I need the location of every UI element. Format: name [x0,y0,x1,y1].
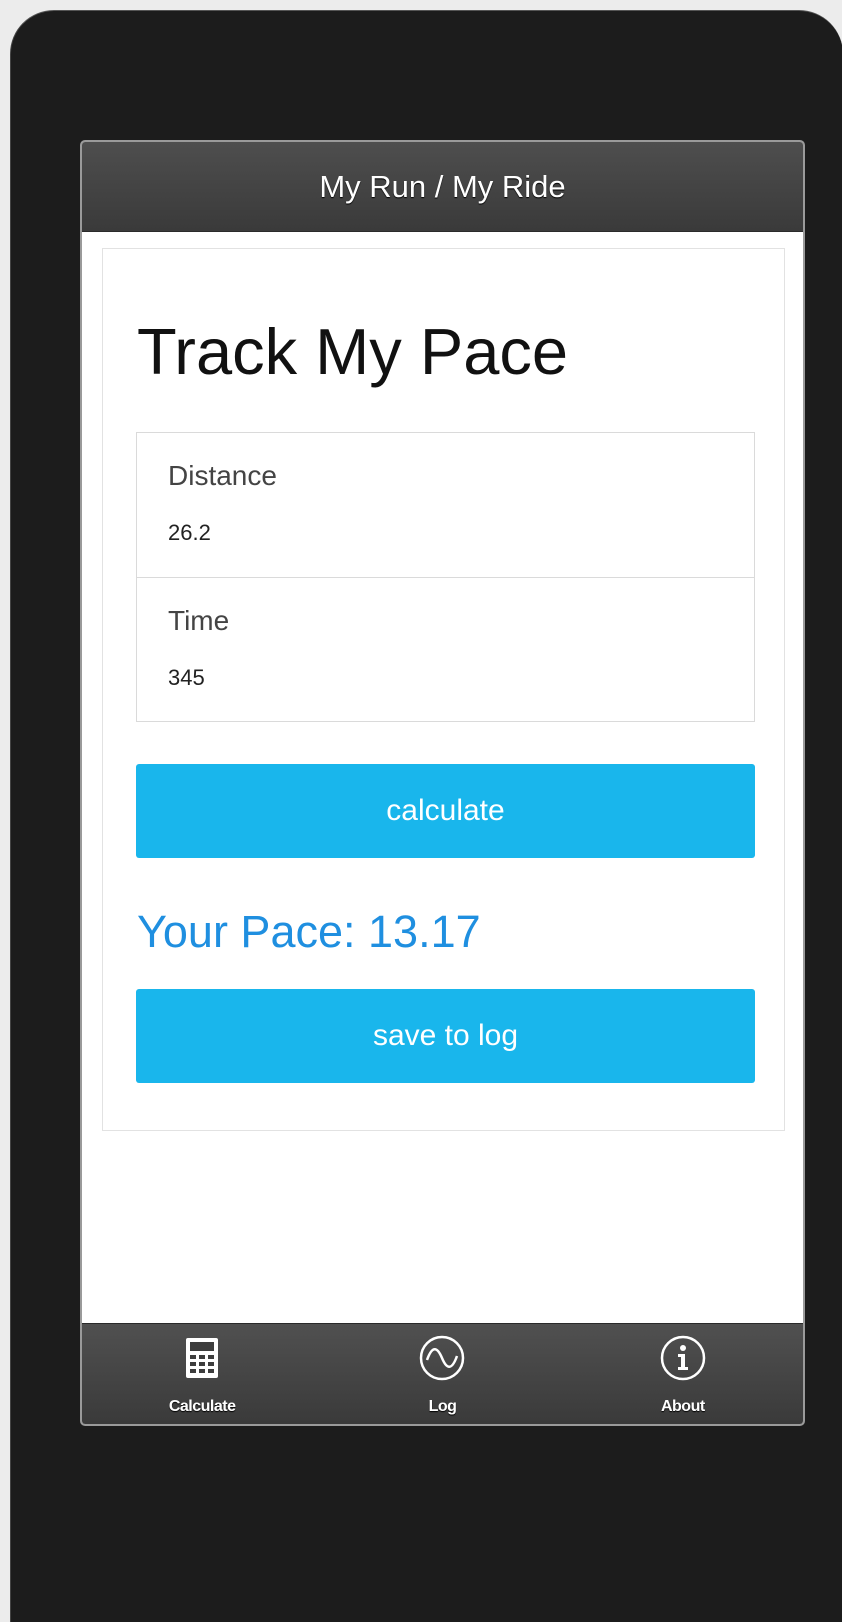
pace-value: 13.17 [368,906,481,957]
tab-calculate-label: Calculate [168,1398,236,1415]
app-header: My Run / My Ride [82,142,803,232]
calculate-button[interactable]: calculate [136,764,755,858]
save-to-log-button[interactable]: save to log [136,989,755,1083]
wave-icon [417,1333,467,1383]
calculator-icon [177,1333,227,1383]
time-input[interactable] [165,660,728,696]
tab-log-label: Log [428,1398,457,1415]
bottom-tab-bar: Calculate Log About [82,1323,803,1424]
pace-result: Your Pace: 13.17 [137,909,481,954]
input-fieldset: Distance Time [136,432,755,722]
tab-calculate[interactable]: Calculate [82,1324,322,1424]
tab-about[interactable]: About [563,1324,803,1424]
tab-log[interactable]: Log [322,1324,562,1424]
content-card: Track My Pace Distance Time calculate Yo… [102,248,785,1131]
phone-frame: My Run / My Ride Track My Pace Distance … [10,10,842,1622]
time-label: Time [168,605,230,636]
distance-input[interactable] [165,515,728,551]
tab-about-label: About [660,1398,705,1415]
pace-label: Your Pace: [137,906,356,957]
page-title: Track My Pace [137,315,569,388]
info-icon [658,1333,708,1383]
distance-label: Distance [168,460,277,491]
distance-field-row: Distance [137,433,754,577]
app-title: My Run / My Ride [319,168,566,204]
app-screen: My Run / My Ride Track My Pace Distance … [80,140,805,1426]
time-field-row: Time [137,577,754,721]
